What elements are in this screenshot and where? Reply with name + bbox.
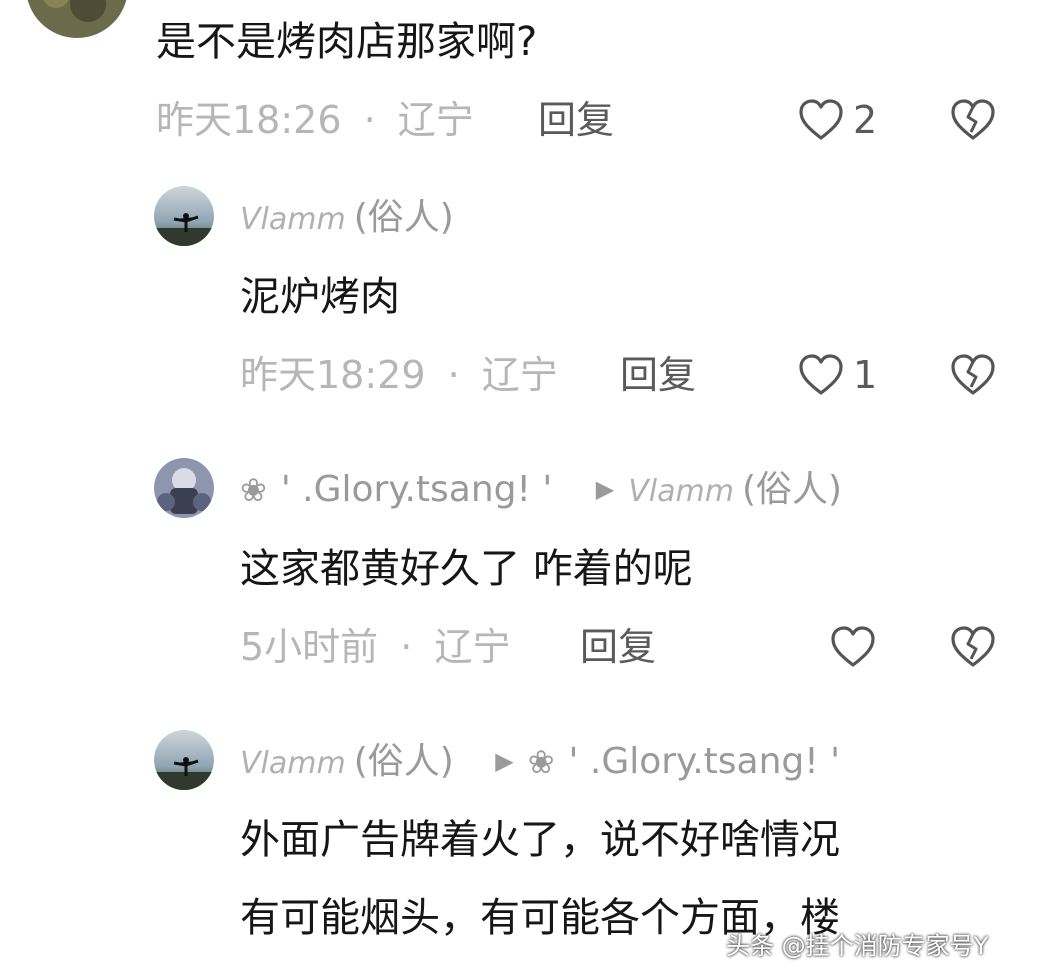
- username-suffix: (俗人): [353, 741, 454, 782]
- meta-separator: ·: [447, 353, 460, 397]
- avatar[interactable]: [154, 186, 214, 246]
- meta-separator: ·: [400, 625, 413, 669]
- like-icon[interactable]: [830, 625, 876, 669]
- watermark: 头条 @挂个消防专家号Y: [726, 932, 989, 960]
- comment-username[interactable]: ❀ ' .Glory.tsang! ' ▶ Vlamm (俗人): [240, 468, 842, 515]
- avatar[interactable]: [154, 730, 214, 790]
- like-count: 2: [853, 98, 878, 142]
- comment-meta: 昨天18:26 · 辽宁: [156, 98, 474, 142]
- comment-meta: 昨天18:29 · 辽宁: [240, 353, 558, 397]
- comment-text-line: 外面广告牌着火了，说不好啥情况: [240, 817, 840, 863]
- reply-arrow-icon: ▶: [595, 475, 615, 503]
- comment-time: 昨天18:29: [240, 353, 426, 397]
- comment-username[interactable]: Vlamm (俗人) ▶ ❀ ' .Glory.tsang! ': [240, 740, 840, 787]
- meta-separator: ·: [363, 98, 376, 142]
- flower-icon: ❀: [527, 743, 555, 781]
- comment-location: 辽宁: [397, 98, 474, 142]
- reply-to-username: ' .Glory.tsang! ': [568, 741, 841, 782]
- comment-text: 泥炉烤肉: [240, 274, 400, 320]
- username-scribble: Vlamm: [240, 746, 346, 781]
- comment-time: 昨天18:26: [156, 98, 342, 142]
- like-count: 1: [853, 353, 878, 397]
- reply-to-scribble: Vlamm: [628, 474, 734, 509]
- avatar[interactable]: [154, 458, 214, 518]
- avatar[interactable]: [26, 0, 128, 38]
- reply-arrow-icon: ▶: [495, 747, 514, 775]
- comment-meta: 5小时前 · 辽宁: [240, 625, 510, 669]
- dislike-icon[interactable]: [950, 353, 996, 397]
- like-icon[interactable]: [798, 353, 844, 397]
- comment-text: 这家都黄好久了 咋着的呢: [240, 546, 693, 592]
- reply-to-suffix: (俗人): [741, 469, 843, 510]
- comment-location: 辽宁: [481, 353, 558, 397]
- dislike-icon[interactable]: [950, 98, 996, 142]
- like-icon[interactable]: [798, 98, 844, 142]
- comment-time: 5小时前: [240, 625, 379, 669]
- comment-username[interactable]: Vlamm (俗人): [240, 196, 454, 242]
- username-scribble: Vlamm: [240, 202, 346, 237]
- username-text: ' .Glory.tsang! ': [280, 469, 553, 510]
- comment-location: 辽宁: [434, 625, 511, 669]
- comment-text: 是不是烤肉店那家啊?: [156, 19, 538, 65]
- reply-button[interactable]: 回复: [580, 625, 656, 669]
- reply-button[interactable]: 回复: [538, 98, 614, 142]
- username-suffix: (俗人): [353, 197, 454, 238]
- flower-icon: ❀: [240, 471, 267, 509]
- dislike-icon[interactable]: [950, 625, 996, 669]
- reply-button[interactable]: 回复: [620, 353, 696, 397]
